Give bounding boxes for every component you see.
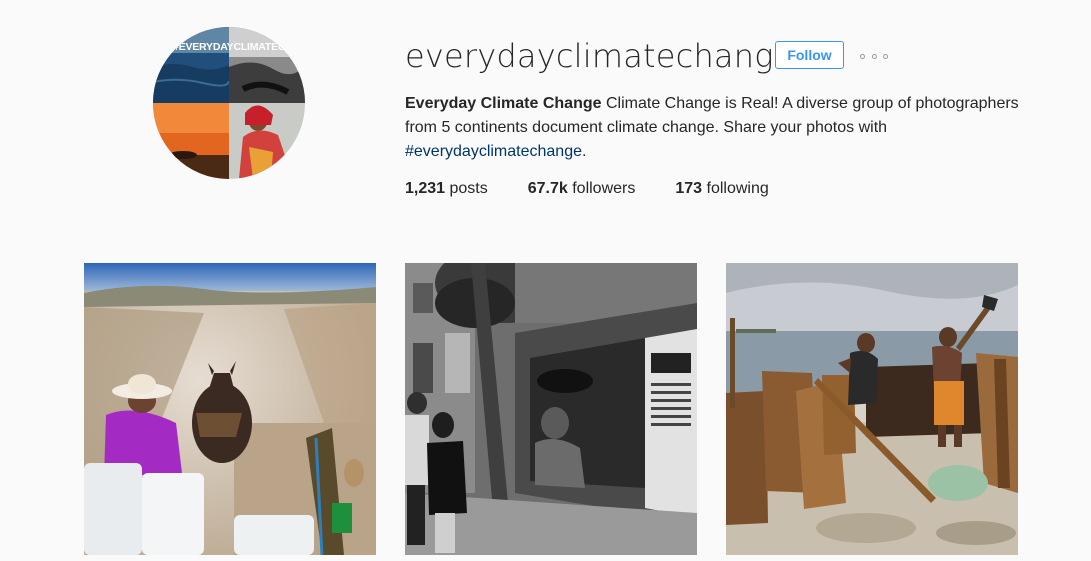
dot-icon [860,53,865,59]
posts-stat: 1,231 posts [405,179,488,199]
profile-username: everydayclimatechange [405,37,794,75]
following-label: following [702,180,769,197]
post-thumbnail[interactable] [726,263,1018,555]
profile-bio: Everyday Climate Change Climate Change i… [405,92,1025,164]
post-thumbnail[interactable] [405,263,697,555]
bio-end: . [582,143,587,160]
profile-full-name: Everyday Climate Change [405,95,602,112]
following-stat[interactable]: 173 following [675,179,768,199]
more-options-icon[interactable] [860,48,888,64]
followers-label: followers [567,180,636,197]
bio-hashtag-link[interactable]: #everydayclimatechange [405,143,582,160]
profile-avatar: #EVERYDAYCLIMATECHA [153,27,305,179]
followers-count: 67.7k [527,180,568,197]
followers-stat[interactable]: 67.7k followers [528,179,636,199]
follow-button[interactable]: Follow [775,41,844,69]
avatar-hashtag-overlay: #EVERYDAYCLIMATECHA [173,41,301,53]
profile-stats: 1,231 posts 67.7k followers 173 followin… [405,179,809,199]
posts-label: posts [445,180,488,197]
following-count: 173 [675,180,703,197]
post-thumbnail[interactable] [84,263,376,555]
posts-count: 1,231 [405,180,446,197]
dot-icon [871,53,877,59]
dot-icon [883,53,888,59]
